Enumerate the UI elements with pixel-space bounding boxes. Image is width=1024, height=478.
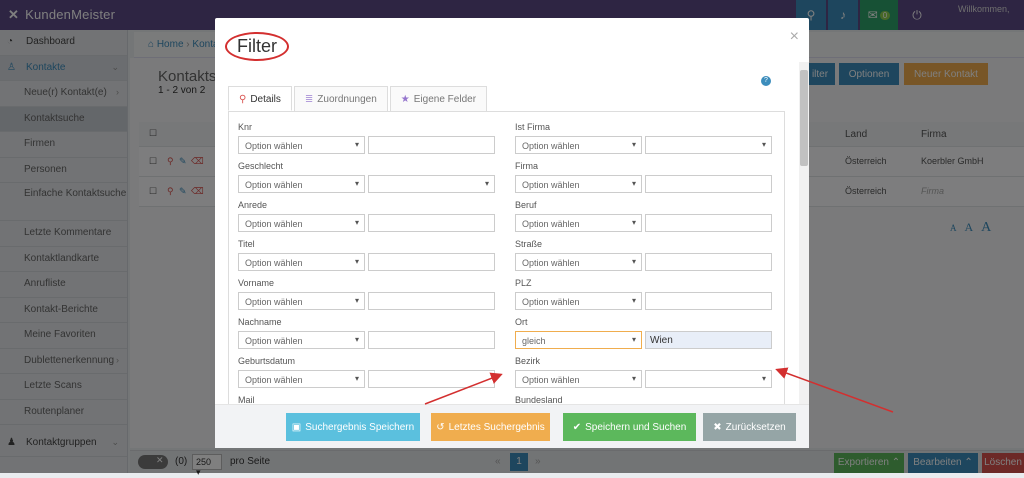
annotation-arrows (424, 367, 894, 413)
annotation-arrow-right (775, 367, 894, 413)
annotation-arrow-left (424, 372, 503, 405)
